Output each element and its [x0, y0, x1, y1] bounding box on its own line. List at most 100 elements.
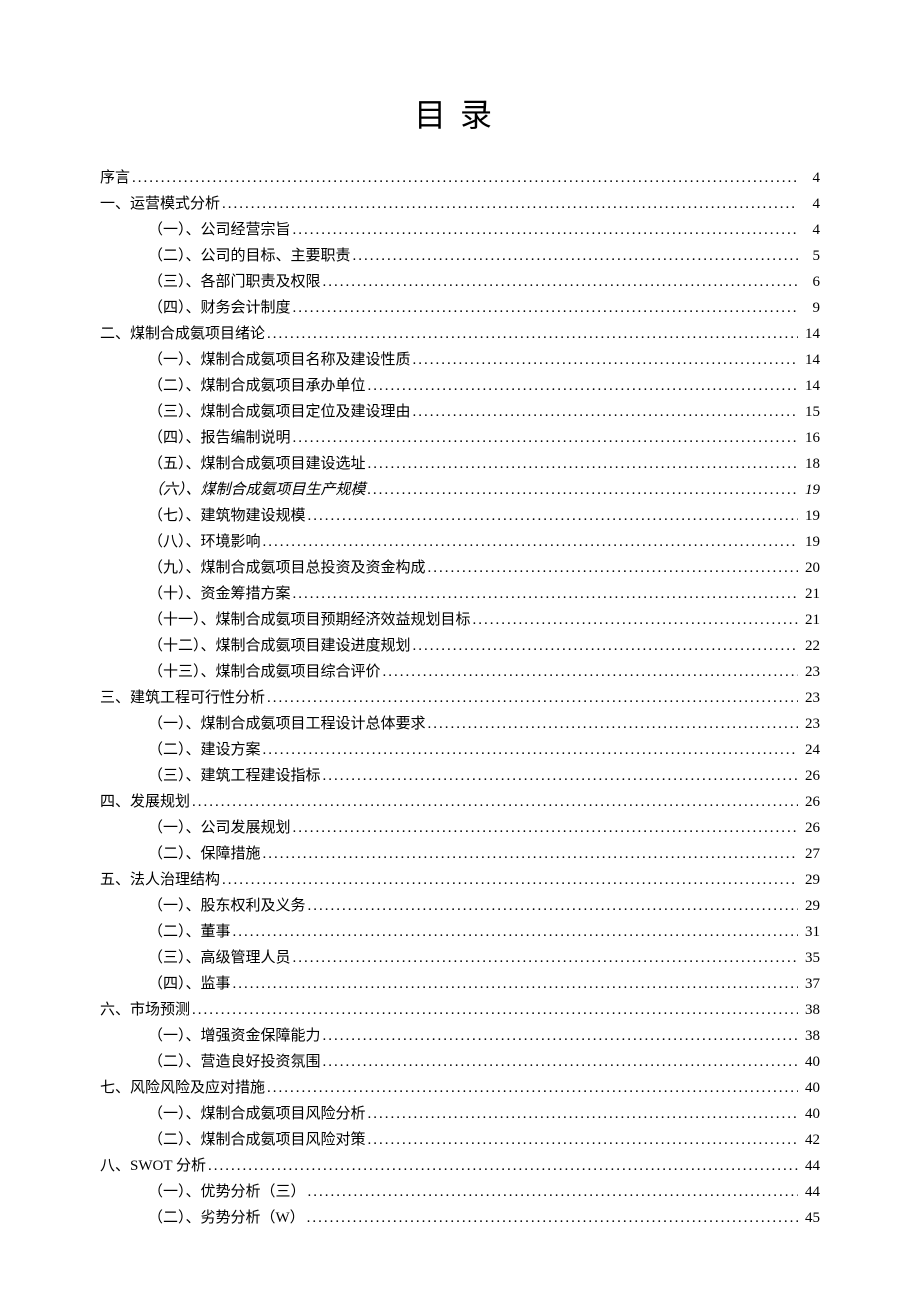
toc-dots [308, 504, 798, 528]
toc-dots [368, 374, 798, 398]
toc-dots [368, 1128, 798, 1152]
toc-page-number: 26 [800, 790, 820, 814]
toc-entry: （六）、煤制合成氨项目生产规模19 [100, 478, 820, 502]
toc-page-number: 6 [800, 270, 820, 294]
toc-dots [308, 1180, 798, 1204]
toc-entry: （一）、煤制合成氨项目名称及建设性质 14 [100, 348, 820, 372]
toc-entry: 六、市场预测38 [100, 998, 820, 1022]
toc-entry: 序言 4 [100, 166, 820, 190]
toc-entry-text: （四）、财务会计制度 [148, 296, 291, 320]
toc-page-number: 26 [800, 816, 820, 840]
toc-dots [428, 556, 798, 580]
toc-entry-text: 序言 [100, 166, 130, 190]
toc-dots [413, 634, 798, 658]
toc-entry-text: （六）、煤制合成氨项目生产规模 [148, 478, 366, 502]
toc-page-number: 29 [800, 894, 820, 918]
toc-entry: （二）、董事31 [100, 920, 820, 944]
toc-entry-text: 八、SWOT 分析 [100, 1154, 206, 1178]
toc-entry-text: 一、运营模式分析 [100, 192, 220, 216]
toc-entry: 四、发展规划26 [100, 790, 820, 814]
toc-entry: （三）、各部门职责及权限 6 [100, 270, 820, 294]
toc-dots [428, 712, 798, 736]
toc-dots [323, 764, 798, 788]
toc-page-number: 20 [800, 556, 820, 580]
toc-entry: （十一）、煤制合成氨项目预期经济效益规划目标21 [100, 608, 820, 632]
toc-page-number: 19 [800, 530, 820, 554]
toc-dots [473, 608, 798, 632]
toc-page-number: 4 [800, 192, 820, 216]
toc-entry-text: （二）、建设方案 [148, 738, 261, 762]
toc-page-number: 19 [800, 504, 820, 528]
toc-page-number: 38 [800, 1024, 820, 1048]
toc-entry-text: （十二）、煤制合成氨项目建设进度规划 [148, 634, 411, 658]
toc-dots [263, 530, 798, 554]
toc-dots [293, 816, 798, 840]
toc-page-number: 45 [800, 1206, 820, 1230]
toc-page-number: 16 [800, 426, 820, 450]
toc-dots [368, 452, 798, 476]
toc-entry-text: （二）、劣势分析（W） [148, 1206, 305, 1230]
toc-dots [293, 582, 798, 606]
toc-dots [293, 218, 798, 242]
toc-page-number: 44 [800, 1154, 820, 1178]
toc-entry-text: （一）、公司经营宗旨 [148, 218, 291, 242]
toc-entry: （二）、建设方案 24 [100, 738, 820, 762]
toc-entry-text: 六、市场预测 [100, 998, 190, 1022]
toc-page-number: 4 [800, 218, 820, 242]
toc-entry-text: （二）、煤制合成氨项目风险对策 [148, 1128, 366, 1152]
toc-dots [368, 1102, 798, 1126]
toc-entry-text: 五、法人治理结构 [100, 868, 220, 892]
toc-entry: （三）、建筑工程建设指标26 [100, 764, 820, 788]
toc-entry-text: 三、建筑工程可行性分析 [100, 686, 265, 710]
toc-entry: （五）、煤制合成氨项目建设选址18 [100, 452, 820, 476]
toc-page-number: 42 [800, 1128, 820, 1152]
toc-entry-text: （一）、煤制合成氨项目工程设计总体要求 [148, 712, 426, 736]
toc-entry-text: （七）、建筑物建设规模 [148, 504, 306, 528]
toc-entry-text: 七、风险风险及应对措施 [100, 1076, 265, 1100]
toc-dots [267, 686, 798, 710]
toc-entry: （四）、财务会计制度9 [100, 296, 820, 320]
toc-dots [267, 1076, 798, 1100]
toc-entry: 二、煤制合成氨项目绪论14 [100, 322, 820, 346]
toc-entry-text: （三）、各部门职责及权限 [148, 270, 321, 294]
toc-dots [267, 322, 798, 346]
toc-entry: （四）、监事37 [100, 972, 820, 996]
toc-page-number: 44 [800, 1180, 820, 1204]
toc-entry: （一）、增强资金保障能力38 [100, 1024, 820, 1048]
toc-page-number: 14 [800, 348, 820, 372]
toc-page-number: 23 [800, 660, 820, 684]
toc-entry-text: （二）、营造良好投资氛围 [148, 1050, 321, 1074]
toc-entry: 八、SWOT 分析 44 [100, 1154, 820, 1178]
toc-entry-text: （十）、资金筹措方案 [148, 582, 291, 606]
toc-entry: （一）、公司经营宗旨 4 [100, 218, 820, 242]
toc-dots [233, 972, 798, 996]
toc-dots [323, 1024, 798, 1048]
toc-page-number: 15 [800, 400, 820, 424]
toc-entry-text: （四）、监事 [148, 972, 231, 996]
toc-entry-text: （一）、煤制合成氨项目名称及建设性质 [148, 348, 411, 372]
toc-entry: （二）、保障措施27 [100, 842, 820, 866]
toc-dots [293, 296, 798, 320]
toc-dots [192, 790, 798, 814]
toc-page-number: 24 [800, 738, 820, 762]
toc-entry: （二）、劣势分析（W） 45 [100, 1206, 820, 1230]
toc-dots [263, 842, 798, 866]
toc-entry: （二）、煤制合成氨项目风险对策 42 [100, 1128, 820, 1152]
toc-entry-text: （一）、优势分析（三） [148, 1180, 306, 1204]
toc-entry-text: （二）、董事 [148, 920, 231, 944]
toc-dots [383, 660, 798, 684]
toc-entry-text: （二）、公司的目标、主要职责 [148, 244, 351, 268]
toc-page-number: 4 [800, 166, 820, 190]
toc-entry: （一）、优势分析（三） 44 [100, 1180, 820, 1204]
toc-entry-text: （二）、保障措施 [148, 842, 261, 866]
toc-entry: 一、运营模式分析 4 [100, 192, 820, 216]
toc-entry: （二）、公司的目标、主要职责5 [100, 244, 820, 268]
toc-title: 目录 [100, 90, 820, 136]
toc-dots [307, 1206, 798, 1230]
toc-dots [353, 244, 798, 268]
toc-entry-text: （四）、报告编制说明 [148, 426, 291, 450]
toc-dots [323, 1050, 798, 1074]
toc-page-number: 18 [800, 452, 820, 476]
toc-dots [308, 894, 798, 918]
toc-page-number: 22 [800, 634, 820, 658]
